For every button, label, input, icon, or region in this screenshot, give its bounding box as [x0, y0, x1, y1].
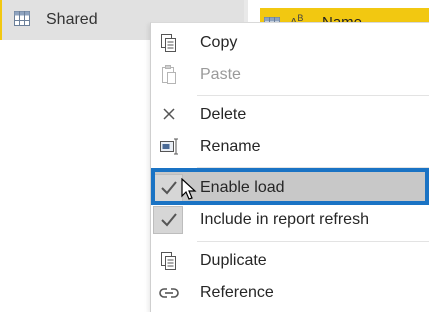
menu-item-copy[interactable]: Copy: [151, 27, 429, 59]
reference-icon: [159, 288, 179, 298]
menu-separator: [197, 95, 429, 96]
menu-item-label: Copy: [200, 34, 238, 51]
context-menu: Copy Paste Delete Rename Enable load Inc…: [150, 22, 429, 312]
duplicate-icon: [161, 252, 176, 270]
menu-separator: [197, 241, 429, 242]
menu-item-duplicate[interactable]: Duplicate: [151, 245, 429, 277]
menu-item-label: Delete: [200, 106, 247, 123]
menu-item-label: Include in report refresh: [200, 211, 369, 228]
menu-item-paste[interactable]: Paste: [151, 59, 429, 91]
menu-item-label: Reference: [200, 284, 274, 301]
query-item-label: Shared: [46, 11, 98, 28]
copy-icon: [161, 34, 176, 52]
menu-item-label: Duplicate: [200, 252, 267, 269]
menu-item-delete[interactable]: Delete: [151, 99, 429, 131]
check-icon: [161, 213, 177, 227]
menu-item-reference[interactable]: Reference: [151, 277, 429, 309]
menu-item-include-in-report-refresh[interactable]: Include in report refresh: [151, 204, 429, 236]
delete-icon: [163, 108, 175, 120]
paste-icon: [162, 65, 176, 84]
menu-item-label: Paste: [200, 66, 241, 83]
menu-item-rename[interactable]: Rename: [151, 131, 429, 163]
menu-item-label: Rename: [200, 138, 261, 155]
mouse-cursor-icon: [181, 178, 197, 200]
table-icon: [14, 11, 30, 26]
rename-icon: [160, 138, 178, 155]
